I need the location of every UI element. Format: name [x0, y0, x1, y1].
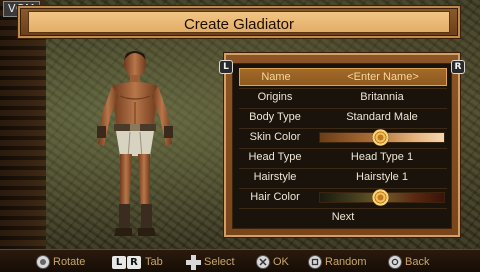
option-label: Name — [261, 71, 291, 83]
option-row-origins[interactable]: Origins Britannia — [239, 88, 447, 106]
option-row-name[interactable]: Name <Enter Name> — [239, 68, 447, 86]
circle-button-icon — [388, 255, 402, 269]
option-label: Skin Color — [249, 131, 301, 143]
slider-knob-icon[interactable] — [371, 189, 389, 206]
hair-color-slider[interactable] — [319, 189, 445, 206]
option-row-body-type[interactable]: Body Type Standard Male — [239, 108, 447, 126]
title-plate: Create Gladiator — [28, 11, 450, 33]
control-hints-bar: Rotate L R Tab Select OK Random Back — [0, 249, 480, 272]
dpad-icon — [186, 254, 201, 270]
option-label: Hairstyle — [253, 171, 297, 183]
hint-ok: OK — [256, 254, 289, 270]
option-label: Origins — [257, 91, 293, 103]
l-button-icon: L — [112, 255, 126, 269]
page-title: Create Gladiator — [183, 16, 295, 33]
square-button-icon — [308, 255, 322, 269]
hint-select: Select — [186, 254, 235, 270]
cross-button-icon — [256, 255, 270, 269]
gladiator-character-preview[interactable] — [80, 44, 190, 249]
options-list: Name <Enter Name> Origins Britannia Body… — [232, 63, 452, 229]
option-label: Body Type — [249, 111, 301, 123]
hint-label: OK — [273, 256, 289, 268]
name-input-value: <Enter Name> — [347, 71, 419, 83]
option-label: Hair Color — [250, 191, 300, 203]
game-screen: VGM Create Gladiator — [0, 0, 480, 272]
analog-stick-icon — [36, 255, 50, 269]
l-shoulder-icon[interactable]: L — [219, 60, 233, 74]
option-value: Head Type 1 — [350, 151, 414, 163]
hint-label: Random — [325, 256, 367, 268]
title-banner: Create Gladiator — [18, 6, 460, 38]
r-shoulder-icon[interactable]: R — [451, 60, 465, 74]
hint-label: Back — [405, 256, 430, 268]
option-value: Standard Male — [346, 111, 418, 123]
hint-label: Rotate — [53, 256, 86, 268]
next-button-label: Next — [331, 211, 355, 223]
hint-label: Select — [204, 256, 235, 268]
option-label: Head Type — [248, 151, 302, 163]
option-row-head-type[interactable]: Head Type Head Type 1 — [239, 148, 447, 166]
hint-back: Back — [388, 254, 429, 270]
hint-random: Random — [308, 254, 367, 270]
option-value: Hairstyle 1 — [356, 171, 408, 183]
option-row-hair-color[interactable]: Hair Color — [239, 188, 447, 206]
hint-rotate: Rotate — [36, 254, 85, 270]
option-value: Britannia — [360, 91, 404, 103]
character-options-panel: Name <Enter Name> Origins Britannia Body… — [224, 53, 460, 237]
option-row-skin-color[interactable]: Skin Color — [239, 128, 447, 146]
skin-color-slider[interactable] — [319, 129, 445, 146]
next-button[interactable]: Next — [239, 208, 447, 226]
slider-knob-icon[interactable] — [371, 129, 389, 146]
hint-tab: L R Tab — [112, 254, 163, 270]
hint-label: Tab — [145, 256, 163, 268]
r-button-icon: R — [127, 255, 141, 269]
option-row-hairstyle[interactable]: Hairstyle Hairstyle 1 — [239, 168, 447, 186]
